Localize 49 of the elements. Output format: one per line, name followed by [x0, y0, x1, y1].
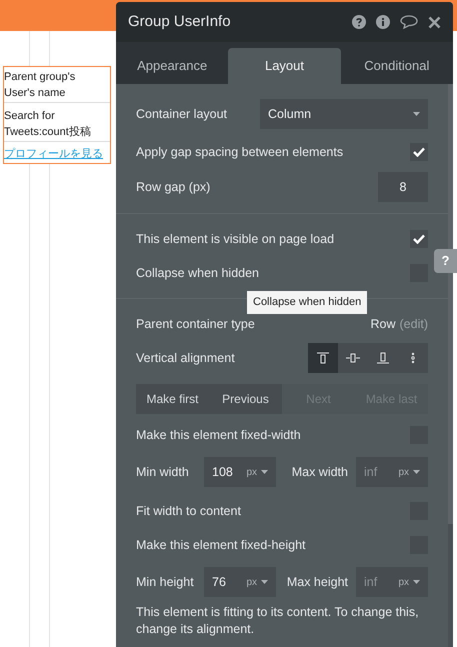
caret-icon: [413, 470, 420, 474]
help-icon[interactable]: [352, 15, 366, 29]
option-label: Make this element fixed-width: [136, 426, 301, 444]
number-field[interactable]: 8: [378, 172, 428, 202]
panel-title: Group UserInfo: [128, 12, 231, 32]
order-button[interactable]: Make first: [136, 384, 209, 414]
number-field[interactable]: 76 px: [204, 567, 276, 597]
field-label: Min height: [136, 574, 195, 591]
option-label: Apply gap spacing between elements: [136, 144, 344, 161]
option-label: Fit width to content: [136, 502, 241, 520]
option-label: Container layout: [136, 106, 228, 123]
number-field[interactable]: inf px: [356, 457, 428, 487]
text-element: Search for Tweets:count投稿: [4, 107, 110, 142]
alignment-button[interactable]: [308, 343, 338, 373]
close-icon[interactable]: [428, 16, 441, 28]
layout-dropdown[interactable]: Column: [260, 99, 428, 129]
tab[interactable]: Layout: [228, 48, 341, 84]
caret-icon: [261, 580, 268, 584]
container-type-value: Row: [370, 316, 396, 333]
align-top-icon: [317, 352, 329, 364]
number-field[interactable]: 108 px: [204, 457, 276, 487]
option-label: Row gap (px): [136, 178, 210, 196]
order-button[interactable]: Previous: [209, 384, 282, 414]
checkbox[interactable]: [410, 143, 428, 161]
checkmark-icon: [413, 234, 425, 244]
tab[interactable]: Appearance: [116, 48, 228, 84]
option-label: Parent container type: [136, 316, 255, 333]
field-label: Max height: [286, 574, 348, 591]
caret-icon: [261, 470, 268, 474]
field-label: Max width: [292, 464, 348, 481]
align-center-icon: [346, 352, 360, 364]
text-element: Parent group's User's name: [4, 68, 110, 103]
fitting-note: This element is fitting to its content. To change this, change its alignment.: [136, 604, 420, 638]
field-label: Min width: [136, 464, 190, 481]
option-label: Make this element fixed-height: [136, 536, 306, 554]
tab[interactable]: Conditional: [340, 48, 453, 84]
align-bottom-icon: [377, 352, 389, 364]
caret-icon: [413, 580, 420, 584]
comment-icon[interactable]: [400, 15, 418, 29]
caret-icon: [413, 112, 420, 116]
number-field[interactable]: inf px: [356, 567, 428, 597]
option-label: This element is visible on page load: [136, 230, 334, 248]
option-label: Collapse when hidden: [136, 264, 260, 282]
option-label: Vertical alignment: [136, 350, 235, 367]
dots-icon: [411, 352, 415, 364]
checkmark-icon: [413, 147, 425, 157]
checkbox[interactable]: [410, 230, 428, 248]
tooltip: Collapse when hidden: [247, 291, 368, 314]
info-icon[interactable]: [376, 15, 390, 29]
